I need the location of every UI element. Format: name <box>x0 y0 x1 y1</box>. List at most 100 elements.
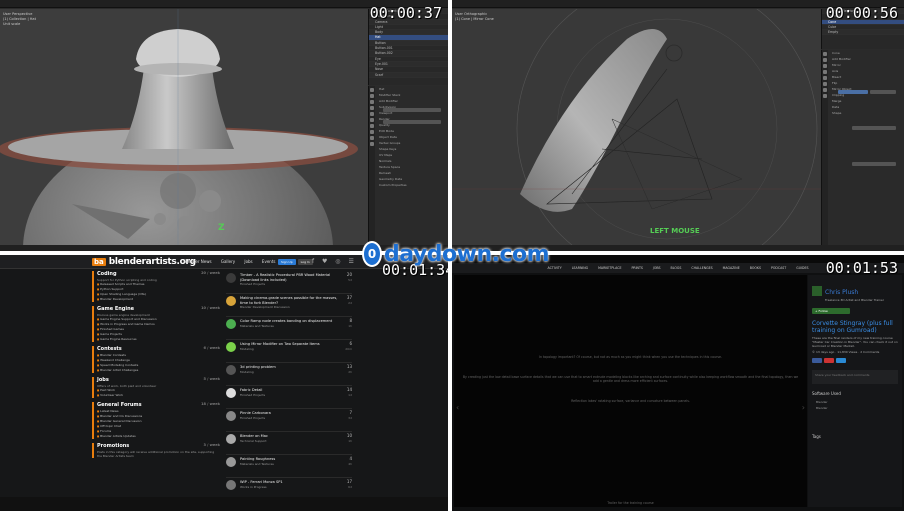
subcategory-link[interactable]: Volunteer Work <box>97 393 220 398</box>
topic-category[interactable]: Works in Progress <box>240 485 340 490</box>
nav-item[interactable]: MARKETPLACE <box>598 266 621 270</box>
facebook-icon[interactable] <box>812 358 822 363</box>
topic-row[interactable]: 3d printing problem Modeling 13 2h <box>226 363 352 386</box>
property-field[interactable] <box>838 90 868 94</box>
properties-panel[interactable]: Cone Add Modifier Mirror Axis Bisect Flip Mirr… <box>821 50 904 246</box>
property-row[interactable]: Shape <box>822 110 904 116</box>
topic-text[interactable]: Pinnie Carbonara Finished Projects <box>240 411 340 420</box>
properties-panel[interactable]: Hat Modifier Stack Add Modifier Subdivision… <box>368 86 448 246</box>
nav-item[interactable]: BOOKS <box>750 266 761 270</box>
avatar[interactable] <box>226 480 236 490</box>
topic-title[interactable]: Making cinema-grade scenes possible for … <box>240 296 337 305</box>
pinterest-icon[interactable] <box>824 358 834 363</box>
video-player[interactable]: In topology important? Of course, but no… <box>454 275 807 507</box>
site-logo[interactable]: ba blenderartists.org <box>92 257 196 267</box>
nav-gallery[interactable]: Gallery <box>221 259 235 264</box>
category-name[interactable]: Coding <box>97 271 117 277</box>
category-name[interactable]: General Forums <box>97 402 142 408</box>
topic-text[interactable]: Blender on Mac Technical Support <box>240 434 340 443</box>
nav-item[interactable]: BLOGS <box>671 266 682 270</box>
prev-arrow-icon[interactable]: ‹ <box>456 403 459 412</box>
topic-title[interactable]: WIP - Ferrari Monza SP1 <box>240 480 283 484</box>
subcategory-link[interactable]: Blender Artists Updates <box>97 434 220 439</box>
avatar[interactable] <box>226 457 236 467</box>
3d-viewport[interactable]: User Orthographic (1) Cone | Mirror Cone… <box>452 9 821 245</box>
topic-text[interactable]: Fabric Detail Finished Projects <box>240 388 340 397</box>
outliner-item[interactable]: Empty <box>822 30 904 36</box>
topic-row[interactable]: Fabric Detail Finished Projects 14 1d <box>226 386 352 409</box>
subcategory-link[interactable]: Blender Development <box>97 297 220 302</box>
category-title[interactable]: Promotions 3 / week <box>97 443 220 449</box>
category-name[interactable]: Jobs <box>97 377 109 383</box>
topic-text[interactable]: Timber - A Realistic Procedural PBR Wood… <box>240 273 340 287</box>
topic-category[interactable]: Technical Support <box>240 439 340 444</box>
category-title[interactable]: Jobs 5 / week <box>97 377 220 383</box>
next-arrow-icon[interactable]: › <box>802 403 805 412</box>
nav-jobs[interactable]: Jobs <box>244 259 252 264</box>
cone-scene[interactable] <box>452 9 821 245</box>
topic-text[interactable]: WIP - Ferrari Monza SP1 Works in Progress <box>240 480 340 489</box>
topic-title[interactable]: 3d printing problem <box>240 365 276 369</box>
property-field[interactable] <box>852 162 896 166</box>
topic-title[interactable]: Timber - A Realistic Procedural PBR Wood… <box>240 273 330 282</box>
property-field[interactable] <box>852 126 896 130</box>
topic-text[interactable]: 3d printing problem Modeling <box>240 365 340 374</box>
topic-category[interactable]: Finished Projects <box>240 282 340 287</box>
category-title[interactable]: Coding 20 / week <box>97 271 220 277</box>
avatar[interactable] <box>226 388 236 398</box>
topic-title[interactable]: Fabric Detail <box>240 388 262 392</box>
social-icons[interactable]: f ♥ ◎ ☰ <box>312 258 357 265</box>
property-field[interactable] <box>383 120 441 124</box>
topic-category[interactable]: Finished Projects <box>240 393 340 398</box>
topic-category[interactable]: Modeling <box>240 370 340 375</box>
topic-title[interactable]: Using Mirror Modifier on Two Separate It… <box>240 342 320 346</box>
property-row[interactable]: Custom Properties <box>369 182 448 188</box>
nav-item[interactable]: PODCAST <box>771 266 786 270</box>
topic-category[interactable]: Finished Projects <box>240 416 340 421</box>
properties-tabs[interactable] <box>822 50 828 246</box>
property-field[interactable] <box>870 90 896 94</box>
topic-title[interactable]: Painting Roughness <box>240 457 275 461</box>
category-name[interactable]: Game Engine <box>97 306 134 312</box>
topic-category[interactable]: Materials and Textures <box>240 462 340 467</box>
avatar[interactable] <box>226 434 236 444</box>
outliner-item[interactable]: Scarf <box>369 72 448 78</box>
author-name[interactable]: Chris Plush <box>825 289 858 296</box>
login-button[interactable]: Log In <box>297 259 313 265</box>
category-title[interactable]: Game Engine 10 / week <box>97 306 220 312</box>
topic-text[interactable]: Painting Roughness Materials and Textures <box>240 457 340 466</box>
subcategory-link[interactable]: Blender Artist Challenges <box>97 368 220 373</box>
twitter-icon[interactable] <box>836 358 846 363</box>
category-title[interactable]: General Forums 18 / week <box>97 402 220 408</box>
nav-item[interactable]: LEARNING <box>572 266 588 270</box>
category-name[interactable]: Promotions <box>97 443 129 449</box>
avatar[interactable] <box>812 285 822 296</box>
topic-row[interactable]: Painting Roughness Materials and Textures… <box>226 455 352 478</box>
comment-input[interactable]: Share your feedback and comments <box>812 370 898 384</box>
topic-title[interactable]: Color Ramp node creates banding on displ… <box>240 319 332 323</box>
topic-row[interactable]: Pinnie Carbonara Finished Projects 7 3d <box>226 409 352 432</box>
subcategory-link[interactable]: Game Engine Resources <box>97 337 220 342</box>
avatar[interactable] <box>226 296 236 306</box>
avatar[interactable] <box>226 365 236 375</box>
property-field[interactable] <box>383 108 441 112</box>
category-name[interactable]: Contests <box>97 346 122 352</box>
nav-events[interactable]: Events <box>262 259 276 264</box>
topic-row[interactable]: Making cinema-grade scenes possible for … <box>226 294 352 317</box>
topic-title[interactable]: Pinnie Carbonara <box>240 411 271 415</box>
software-item[interactable]: Blender <box>808 405 902 411</box>
author-block[interactable]: Chris Plush Freelance 3D Artist and Blen… <box>808 275 902 306</box>
nav-item[interactable]: GUIDES <box>796 266 808 270</box>
properties-tabs[interactable] <box>369 86 375 246</box>
3d-viewport[interactable]: User Perspective (1) Collection | Hat Un… <box>0 9 368 245</box>
snowman-scene[interactable] <box>0 9 368 245</box>
topic-text[interactable]: Color Ramp node creates banding on displ… <box>240 319 340 328</box>
nav-item[interactable]: ACTIVITY <box>548 266 562 270</box>
topic-row[interactable]: Color Ramp node creates banding on displ… <box>226 317 352 340</box>
topic-row[interactable]: Using Mirror Modifier on Two Separate It… <box>226 340 352 363</box>
avatar[interactable] <box>226 411 236 421</box>
topic-text[interactable]: Using Mirror Modifier on Two Separate It… <box>240 342 340 351</box>
topic-row[interactable]: Timber - A Realistic Procedural PBR Wood… <box>226 271 352 294</box>
nav-item[interactable]: JOBS <box>653 266 661 270</box>
topic-title[interactable]: Blender on Mac <box>240 434 268 438</box>
